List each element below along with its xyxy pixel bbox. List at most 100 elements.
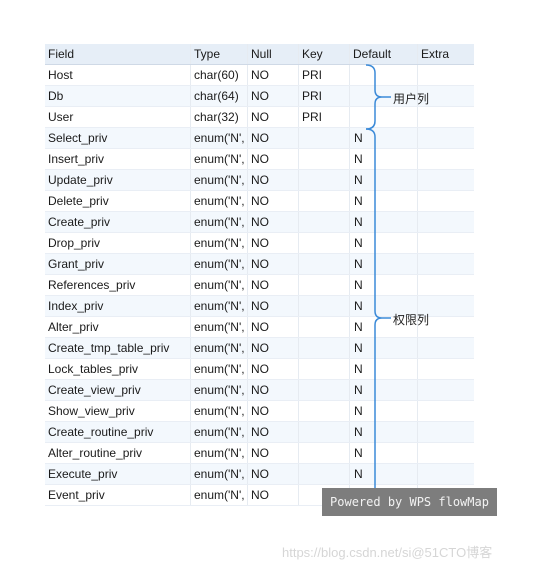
column-header-field: Field xyxy=(45,44,191,64)
cell-default: N xyxy=(350,422,418,442)
cell-key xyxy=(299,170,350,190)
user-columns-label: 用户列 xyxy=(393,92,430,106)
cell-extra xyxy=(418,401,474,421)
cell-field: Execute_priv xyxy=(45,464,191,484)
cell-null: NO xyxy=(248,107,299,127)
cell-type: enum('N', xyxy=(191,443,248,463)
cell-key: PRI xyxy=(299,65,350,85)
cell-extra xyxy=(418,359,474,379)
cell-null: NO xyxy=(248,275,299,295)
cell-key xyxy=(299,317,350,337)
table-row: References_priv enum('N', NO N xyxy=(45,275,474,296)
cell-field: Grant_priv xyxy=(45,254,191,274)
cell-type: enum('N', xyxy=(191,128,248,148)
cell-null: NO xyxy=(248,191,299,211)
mysql-user-table: Field Type Null Key Default Extra Host ch… xyxy=(45,44,474,506)
cell-field: Drop_priv xyxy=(45,233,191,253)
cell-key xyxy=(299,191,350,211)
table-header-row: Field Type Null Key Default Extra xyxy=(45,44,474,65)
cell-null: NO xyxy=(248,443,299,463)
cell-null: NO xyxy=(248,359,299,379)
cell-field: Alter_routine_priv xyxy=(45,443,191,463)
cell-extra xyxy=(418,275,474,295)
cell-null: NO xyxy=(248,485,299,505)
cell-field: User xyxy=(45,107,191,127)
cell-default: N xyxy=(350,401,418,421)
cell-field: Show_view_priv xyxy=(45,401,191,421)
cell-default: N xyxy=(350,443,418,463)
cell-key: PRI xyxy=(299,107,350,127)
cell-extra xyxy=(418,443,474,463)
cell-null: NO xyxy=(248,422,299,442)
cell-default xyxy=(350,107,418,127)
cell-extra xyxy=(418,338,474,358)
cell-key xyxy=(299,359,350,379)
cell-key xyxy=(299,128,350,148)
table-row: Insert_priv enum('N', NO N xyxy=(45,149,474,170)
table-row: Create_routine_priv enum('N', NO N xyxy=(45,422,474,443)
cell-type: enum('N', xyxy=(191,485,248,505)
cell-key xyxy=(299,149,350,169)
table-row: Host char(60) NO PRI xyxy=(45,65,474,86)
cell-type: enum('N', xyxy=(191,275,248,295)
column-header-type: Type xyxy=(191,44,248,64)
table-row: Show_view_priv enum('N', NO N xyxy=(45,401,474,422)
column-header-extra: Extra xyxy=(421,47,450,61)
csdn-watermark: https://blog.csdn.net/si@51CTO博客 xyxy=(282,545,493,560)
cell-type: enum('N', xyxy=(191,170,248,190)
table-body: Host char(60) NO PRI Db char(64) NO PRI User char… xyxy=(45,65,474,506)
cell-field: Host xyxy=(45,65,191,85)
cell-type: char(32) xyxy=(191,107,248,127)
cell-key xyxy=(299,464,350,484)
cell-default: N xyxy=(350,212,418,232)
cell-field: Select_priv xyxy=(45,128,191,148)
cell-extra xyxy=(418,65,474,85)
cell-type: enum('N', xyxy=(191,149,248,169)
wps-flowmap-badge: Powered by WPS flowMap xyxy=(322,488,497,516)
cell-type: enum('N', xyxy=(191,338,248,358)
table-row: User char(32) NO PRI xyxy=(45,107,474,128)
cell-default: N xyxy=(350,380,418,400)
cell-extra xyxy=(418,380,474,400)
cell-extra xyxy=(418,233,474,253)
cell-null: NO xyxy=(248,170,299,190)
column-header-null: Null xyxy=(248,44,299,64)
cell-key xyxy=(299,275,350,295)
table-row: Create_view_priv enum('N', NO N xyxy=(45,380,474,401)
cell-null: NO xyxy=(248,65,299,85)
cell-key xyxy=(299,443,350,463)
cell-field: Create_routine_priv xyxy=(45,422,191,442)
cell-null: NO xyxy=(248,233,299,253)
table-row: Update_priv enum('N', NO N xyxy=(45,170,474,191)
cell-null: NO xyxy=(248,254,299,274)
cell-type: char(64) xyxy=(191,86,248,106)
cell-field: Create_priv xyxy=(45,212,191,232)
cell-default: N xyxy=(350,275,418,295)
cell-field: Delete_priv xyxy=(45,191,191,211)
cell-extra xyxy=(418,212,474,232)
cell-type: enum('N', xyxy=(191,191,248,211)
cell-field: Create_tmp_table_priv xyxy=(45,338,191,358)
table-row: Create_priv enum('N', NO N xyxy=(45,212,474,233)
table-row: Drop_priv enum('N', NO N xyxy=(45,233,474,254)
cell-type: enum('N', xyxy=(191,380,248,400)
cell-field: Db xyxy=(45,86,191,106)
cell-type: enum('N', xyxy=(191,422,248,442)
cell-type: enum('N', xyxy=(191,212,248,232)
cell-type: enum('N', xyxy=(191,464,248,484)
table-row: Select_priv enum('N', NO N xyxy=(45,128,474,149)
cell-type: enum('N', xyxy=(191,401,248,421)
cell-null: NO xyxy=(248,149,299,169)
cell-key xyxy=(299,233,350,253)
cell-extra xyxy=(418,149,474,169)
cell-key xyxy=(299,401,350,421)
cell-default xyxy=(350,65,418,85)
cell-type: enum('N', xyxy=(191,296,248,316)
table-row: Delete_priv enum('N', NO N xyxy=(45,191,474,212)
cell-default: N xyxy=(350,338,418,358)
table-row: Lock_tables_priv enum('N', NO N xyxy=(45,359,474,380)
cell-type: enum('N', xyxy=(191,317,248,337)
cell-type: enum('N', xyxy=(191,254,248,274)
cell-default: N xyxy=(350,128,418,148)
cell-null: NO xyxy=(248,296,299,316)
